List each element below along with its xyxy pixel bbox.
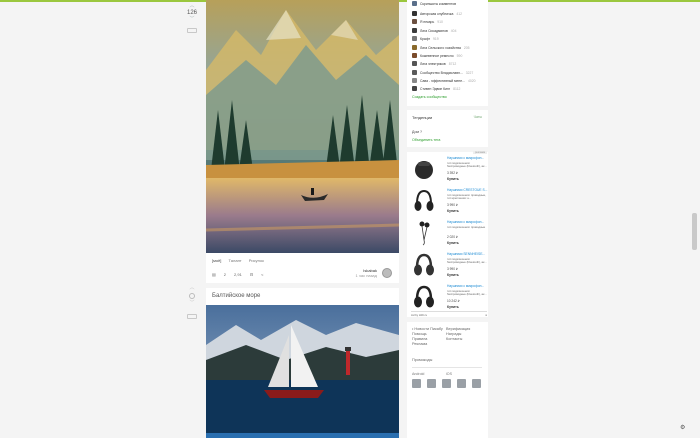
headphones-image	[414, 189, 434, 211]
upvote-icon[interactable]: ︿	[182, 286, 202, 291]
android-label[interactable]: Android	[412, 372, 424, 376]
facebook-icon[interactable]	[427, 379, 436, 388]
ads-panel: реклама Наушники с микрофон... тип подкл…	[407, 151, 488, 317]
post-tags: [моё] Талант Рисунок	[212, 258, 270, 263]
ad-item[interactable]: Наушники с микрофон... тип подключения: …	[411, 218, 487, 250]
downvote-icon[interactable]: ﹀	[182, 301, 202, 306]
vote-more-button[interactable]	[187, 314, 197, 319]
vk-icon[interactable]	[412, 379, 421, 388]
community-item[interactable]: Стивен Эдвин Кинг 8112	[412, 86, 460, 91]
community-item[interactable]: Лига Сисадминов 404	[412, 28, 456, 33]
comments-icon[interactable]: ▤	[212, 272, 216, 277]
ad-item[interactable]: Наушники SENNHEISE... тип подключения: б…	[411, 250, 487, 282]
post-actions: ▤ 2 2,91 ⊟ <	[212, 272, 272, 277]
author-block[interactable]: Iskabak 1 час назад	[355, 268, 377, 278]
vote-panel: ︿ 126 ﹀	[182, 4, 202, 33]
tag-item[interactable]: Рисунок	[249, 258, 264, 263]
downvote-icon[interactable]: ﹀	[182, 17, 202, 22]
communities-panel: Скриншоты комментов Авторская клубничка 4…	[407, 0, 488, 106]
trends-panel: Тенденции Чаты Дом ? Объединить тега	[407, 110, 488, 147]
ad-footer: Ad by HiFi.ru ≡	[411, 311, 487, 317]
community-icon	[412, 61, 417, 66]
trends-side-link[interactable]: Чаты	[474, 115, 482, 119]
divider	[412, 367, 482, 368]
footer-col-1: • Новости Пикабу Помощь Правила Реклама	[412, 327, 443, 347]
community-icon	[412, 11, 417, 16]
instagram-icon[interactable]	[457, 379, 466, 388]
story-post-2: Балтийское море	[206, 288, 399, 438]
footer-col-2: Верификация Награды Контакты	[446, 327, 470, 342]
ios-label[interactable]: iOS	[446, 372, 452, 376]
page-scrollbar[interactable]	[692, 213, 697, 250]
community-item[interactable]: Скриншоты комментов	[412, 1, 459, 6]
trend-item[interactable]: Дом ?	[412, 130, 422, 134]
ad-item[interactable]: Наушники CRESTOUE S... тип подключения: …	[411, 186, 487, 218]
footer-link[interactable]: Контакты	[446, 337, 470, 342]
community-item[interactable]: Лига электриков 8712	[412, 61, 456, 66]
promo-link[interactable]: Промокоды	[412, 358, 432, 362]
community-icon	[412, 45, 417, 50]
vote-panel-2: ︿ ﹀	[182, 286, 202, 319]
ad-item[interactable]: Наушники с микрофон... тип подключения: …	[411, 154, 487, 186]
community-icon	[412, 78, 417, 83]
corner-icon[interactable]: ⚙	[680, 424, 685, 431]
headphones-image	[414, 285, 434, 308]
story-post: [моё] Талант Рисунок ▤ 2 2,91 ⊟ < Iskaba…	[206, 0, 399, 283]
post-time: 1 час назад	[355, 273, 377, 278]
community-icon	[412, 1, 417, 6]
community-icon	[412, 19, 417, 24]
save-icon[interactable]: ⊟	[250, 272, 253, 277]
ad-menu-icon[interactable]: ≡	[485, 313, 487, 317]
trends-link[interactable]: Объединить тега	[412, 138, 440, 142]
ad-source[interactable]: Ad by HiFi.ru	[411, 313, 427, 317]
community-item[interactable]: Кожевенное ремесло 590	[412, 53, 462, 58]
painting-image[interactable]	[206, 0, 399, 253]
footer-links-panel: • Новости Пикабу Помощь Правила Реклама …	[407, 322, 488, 438]
loading-icon	[189, 293, 195, 299]
community-icon	[412, 86, 417, 91]
community-icon	[412, 53, 417, 58]
seascape-image[interactable]	[206, 305, 399, 438]
community-item[interactable]: Сообщество Владиславл... 3227	[412, 70, 473, 75]
community-icon	[412, 70, 417, 75]
community-item[interactable]: Лига Сельского хозяйства 205	[412, 45, 470, 50]
community-item[interactable]: Авторская клубничка 412	[412, 11, 462, 16]
comments-count[interactable]: 2	[224, 272, 226, 277]
vote-more-button[interactable]	[187, 28, 197, 33]
avatar[interactable]	[382, 268, 392, 278]
community-item[interactable]: Крафт 919	[412, 36, 439, 41]
wired-earphones-image	[419, 221, 430, 246]
community-item[interactable]: Сава - эффективный мене... 4020	[412, 78, 476, 83]
tag-item[interactable]: [моё]	[212, 258, 221, 263]
telegram-icon[interactable]	[442, 379, 451, 388]
earbuds-image	[415, 161, 433, 179]
saves-count[interactable]: 2,91	[234, 272, 242, 277]
headphones-image	[414, 253, 434, 276]
community-icon	[412, 36, 417, 41]
community-item[interactable]: Я пекарь 910	[412, 19, 443, 24]
create-community-link[interactable]: Создать сообщество	[412, 95, 447, 99]
footer-link[interactable]: Реклама	[412, 342, 443, 347]
trends-header: Тенденции	[412, 115, 433, 120]
ad-item[interactable]: Наушники с микрофон... тип подключения: …	[411, 282, 487, 314]
post-title[interactable]: Балтийское море	[212, 293, 260, 299]
community-icon	[412, 28, 417, 33]
share-icon[interactable]: <	[261, 272, 263, 277]
tag-item[interactable]: Талант	[229, 258, 242, 263]
youtube-icon[interactable]	[472, 379, 481, 388]
